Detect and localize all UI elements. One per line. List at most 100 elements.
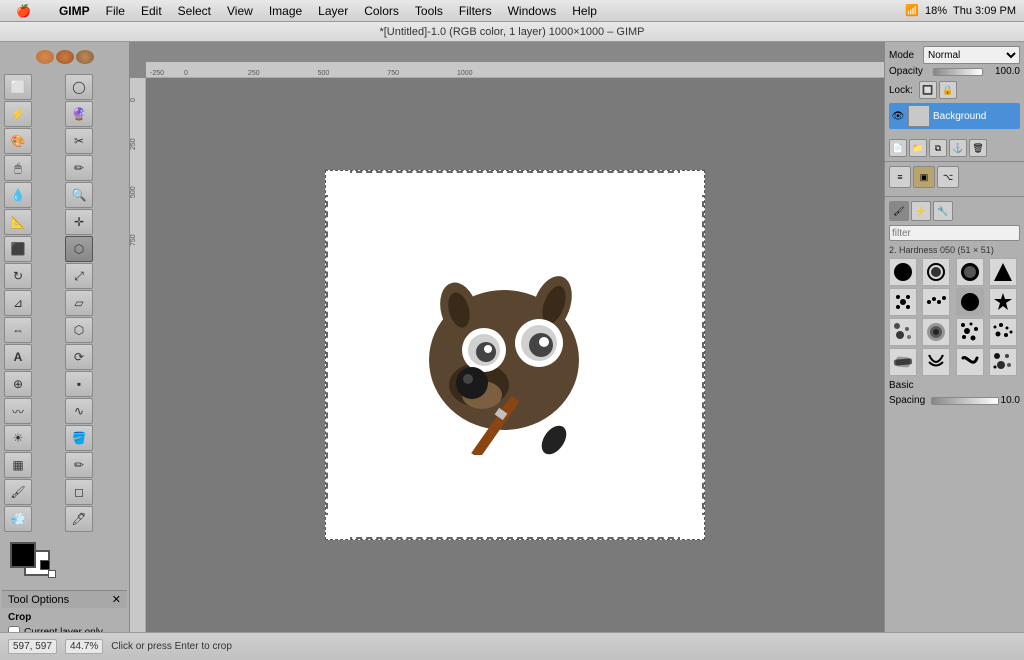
tool-crop[interactable]: ⬡ bbox=[65, 236, 93, 262]
tool-smudge[interactable]: ∿ bbox=[65, 398, 93, 424]
brush-dynamics-tab[interactable]: ⚡ bbox=[911, 201, 931, 221]
brush-cell-star[interactable] bbox=[989, 288, 1017, 316]
foreground-color-swatch[interactable] bbox=[10, 542, 36, 568]
crop-handle-bottomright[interactable] bbox=[680, 515, 704, 539]
tool-text[interactable]: A bbox=[4, 344, 32, 370]
brush-presets-tab[interactable]: 🖌 bbox=[889, 201, 909, 221]
channels-tab[interactable]: ▣ bbox=[913, 166, 935, 188]
tool-zoom[interactable]: 🔍 bbox=[65, 182, 93, 208]
tool-scissors[interactable]: ✂ bbox=[65, 128, 93, 154]
brush-cell-10[interactable] bbox=[922, 318, 950, 346]
reset-colors-icon[interactable] bbox=[48, 570, 56, 578]
brush-cell-2[interactable] bbox=[922, 258, 950, 286]
lock-pixels-button[interactable]: 🔲 bbox=[919, 81, 937, 99]
folder-icon[interactable]: 📁 bbox=[909, 139, 927, 157]
menu-filters[interactable]: Filters bbox=[451, 2, 500, 20]
tool-options-close[interactable]: ✕ bbox=[112, 593, 121, 606]
tool-flip[interactable]: ⇔ bbox=[4, 317, 32, 343]
paths-tab[interactable]: ⌥ bbox=[937, 166, 959, 188]
layer-row[interactable]: 👁 Background bbox=[889, 103, 1020, 129]
canvas-title-bar: *[Untitled]-1.0 (RGB color, 1 layer) 100… bbox=[0, 22, 1024, 42]
crop-handle-topright[interactable] bbox=[680, 171, 704, 195]
tool-fuzzy-select[interactable]: 🔮 bbox=[65, 101, 93, 127]
tool-scale[interactable]: ⤢ bbox=[65, 263, 93, 289]
brush-cell-9[interactable] bbox=[889, 318, 917, 346]
tool-ellipse-select[interactable]: ◯ bbox=[65, 74, 93, 100]
tool-ink[interactable]: 🖊 bbox=[65, 506, 93, 532]
canvas-viewport[interactable] bbox=[146, 78, 884, 632]
brush-cell-7[interactable] bbox=[956, 288, 984, 316]
menu-windows[interactable]: Windows bbox=[500, 2, 565, 20]
tool-eraser[interactable]: ◻ bbox=[65, 479, 93, 505]
brush-cell-13[interactable] bbox=[889, 348, 917, 376]
lock-position-button[interactable]: 🔒 bbox=[939, 81, 957, 99]
tool-perspective-clone[interactable]: ▪ bbox=[65, 371, 93, 397]
anchor-layer-button[interactable]: ⚓ bbox=[949, 139, 967, 157]
tool-shear[interactable]: ⊿ bbox=[4, 290, 32, 316]
tool-pencil[interactable]: ✏ bbox=[65, 452, 93, 478]
layers-tab[interactable]: ≡ bbox=[889, 166, 911, 188]
menu-tools[interactable]: Tools bbox=[407, 2, 451, 20]
tool-presets-tab[interactable]: 🔧 bbox=[933, 201, 953, 221]
crop-handle-topleft[interactable] bbox=[326, 171, 350, 195]
tool-cage-transform[interactable]: ⬡ bbox=[65, 317, 93, 343]
spacing-label: Spacing bbox=[889, 395, 929, 406]
menu-help[interactable]: Help bbox=[564, 2, 605, 20]
apple-menu[interactable]: 🍎 bbox=[8, 2, 39, 20]
spacing-slider[interactable] bbox=[931, 397, 999, 405]
tool-perspective[interactable]: ▱ bbox=[65, 290, 93, 316]
tool-rect-select[interactable]: ⬜ bbox=[4, 74, 32, 100]
tool-dodge-burn[interactable]: ☀ bbox=[4, 425, 32, 451]
brush-cell-15[interactable] bbox=[956, 348, 984, 376]
layer-visibility-icon[interactable]: 👁 bbox=[891, 109, 905, 123]
menu-gimp[interactable]: GIMP bbox=[51, 2, 98, 20]
brush-cell-1[interactable] bbox=[889, 258, 917, 286]
tool-foreground-select[interactable]: 🖱 bbox=[4, 155, 32, 181]
brush-cell-14[interactable] bbox=[922, 348, 950, 376]
layers-section: Mode Normal Opacity 100.0 Lock: 🔲 🔒 👁 bbox=[885, 42, 1024, 135]
tool-rotate[interactable]: ↻ bbox=[4, 263, 32, 289]
mode-label: Mode bbox=[889, 50, 921, 61]
tool-clone[interactable]: ⊕ bbox=[4, 371, 32, 397]
tool-color-picker[interactable]: 💧 bbox=[4, 182, 32, 208]
swap-colors-icon[interactable] bbox=[40, 560, 50, 570]
current-layer-only-checkbox[interactable] bbox=[8, 626, 20, 632]
menu-view[interactable]: View bbox=[219, 2, 261, 20]
delete-layer-button[interactable]: 🗑 bbox=[969, 139, 987, 157]
coordinates-display: 597, 597 bbox=[8, 639, 57, 654]
tool-move[interactable]: ✛ bbox=[65, 209, 93, 235]
tool-blur[interactable]: 〰 bbox=[4, 398, 32, 424]
tool-airbrush[interactable]: 💨 bbox=[4, 506, 32, 532]
menu-image[interactable]: Image bbox=[261, 2, 310, 20]
new-layer-button[interactable]: 📄 bbox=[889, 139, 907, 157]
menu-edit[interactable]: Edit bbox=[133, 2, 170, 20]
brush-cell-16[interactable] bbox=[989, 348, 1017, 376]
brush-cell-6[interactable] bbox=[922, 288, 950, 316]
opacity-slider[interactable] bbox=[933, 68, 983, 76]
tool-heal[interactable]: ⟳ bbox=[65, 344, 93, 370]
tool-bucket-fill[interactable]: 🪣 bbox=[65, 425, 93, 451]
canvas-content[interactable] bbox=[325, 170, 705, 540]
brush-cell-12[interactable] bbox=[989, 318, 1017, 346]
menu-file[interactable]: File bbox=[98, 2, 133, 20]
left-toolbar: ⬜ ◯ ⚡ 🔮 🎨 ✂ 🖱 ✏ 💧 🔍 📐 ✛ ⬛ ⬡ ↻ ⤢ ⊿ ▱ ⇔ ⬡ … bbox=[0, 42, 130, 632]
crop-handle-bottomleft[interactable] bbox=[326, 515, 350, 539]
brush-cell-4[interactable] bbox=[989, 258, 1017, 286]
brush-cell-3[interactable] bbox=[956, 258, 984, 286]
menu-select[interactable]: Select bbox=[170, 2, 219, 20]
tool-select-by-color[interactable]: 🎨 bbox=[4, 128, 32, 154]
tool-free-select[interactable]: ⚡ bbox=[4, 101, 32, 127]
mode-select[interactable]: Normal bbox=[923, 46, 1020, 64]
tool-measure[interactable]: 📐 bbox=[4, 209, 32, 235]
duplicate-layer-button[interactable]: ⧉ bbox=[929, 139, 947, 157]
current-layer-only-row: Current layer only bbox=[8, 626, 121, 632]
brush-cell-5[interactable] bbox=[889, 288, 917, 316]
brush-filter-input[interactable] bbox=[889, 225, 1020, 241]
menu-colors[interactable]: Colors bbox=[356, 2, 407, 20]
tool-blend[interactable]: ▦ bbox=[4, 452, 32, 478]
tool-paths[interactable]: ✏ bbox=[65, 155, 93, 181]
tool-align[interactable]: ⬛ bbox=[4, 236, 32, 262]
tool-paintbrush[interactable]: 🖌 bbox=[4, 479, 32, 505]
brush-cell-11[interactable] bbox=[956, 318, 984, 346]
menu-layer[interactable]: Layer bbox=[310, 2, 356, 20]
